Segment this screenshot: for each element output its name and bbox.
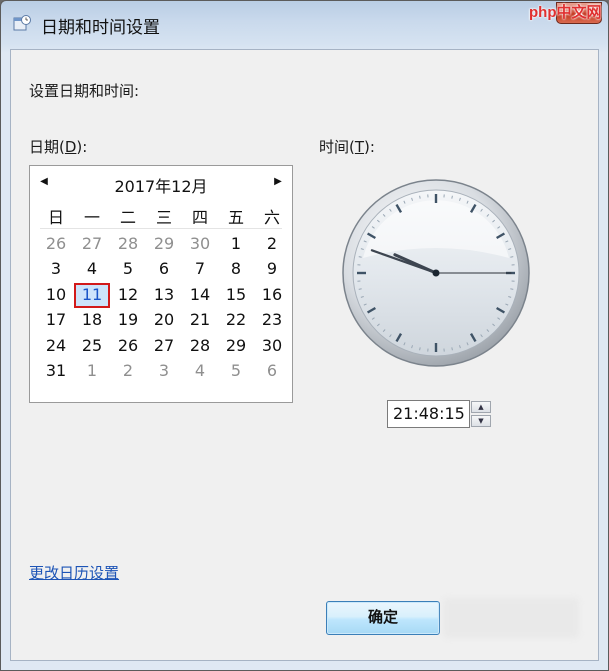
change-calendar-settings-link[interactable]: 更改日历设置: [29, 562, 119, 583]
weekday-label: 六: [263, 208, 280, 227]
minute-tick: [510, 288, 514, 290]
time-spinner[interactable]: ▲ ▼: [471, 401, 493, 429]
weekday-label: 一: [83, 208, 100, 227]
calendar-week-row: 24 25 26 27 28 29 30: [38, 334, 290, 360]
obscured-button-area: [443, 598, 579, 638]
minute-tick: [358, 288, 362, 290]
calendar-day[interactable]: 2: [254, 232, 290, 258]
calendar-day-selected[interactable]: 11: [74, 282, 110, 308]
calendar-day[interactable]: 2: [110, 359, 146, 385]
time-label: 时间(T):: [319, 138, 375, 156]
calendar-day[interactable]: 27: [74, 232, 110, 258]
spin-up-icon[interactable]: ▲: [471, 401, 491, 413]
calendar-week-row: 17 18 19 20 21 22 23: [38, 308, 290, 334]
calendar-day[interactable]: 19: [110, 308, 146, 334]
calendar-day[interactable]: 28: [182, 334, 218, 360]
calendar-day[interactable]: 15: [218, 283, 254, 309]
date-label: 日期(D):: [29, 138, 88, 156]
calendar-day[interactable]: 16: [254, 283, 290, 309]
next-month-arrow-icon[interactable]: ▶: [270, 176, 286, 192]
calendar-day[interactable]: 25: [74, 334, 110, 360]
calendar-day[interactable]: 1: [74, 359, 110, 385]
calendar-day[interactable]: 4: [74, 257, 110, 283]
weekday-header-row: 日一二三四五六: [38, 206, 290, 232]
calendar-day[interactable]: 26: [38, 232, 74, 258]
calendar-day[interactable]: 5: [110, 257, 146, 283]
calendar-day[interactable]: 29: [146, 232, 182, 258]
calendar-day[interactable]: 27: [146, 334, 182, 360]
weekday-label: 四: [191, 208, 208, 227]
calendar-day[interactable]: 6: [254, 359, 290, 385]
instruction-text: 设置日期和时间:: [29, 82, 140, 100]
minute-tick: [419, 347, 421, 351]
analog-clock: [342, 179, 530, 367]
calendar-day[interactable]: 4: [182, 359, 218, 385]
calendar-day[interactable]: 12: [110, 283, 146, 309]
minute-tick: [419, 195, 421, 199]
minute-tick: [451, 347, 453, 351]
minute-tick: [358, 256, 362, 258]
calendar-week-row: 3456789: [38, 257, 290, 283]
calendar-day[interactable]: 13: [146, 283, 182, 309]
window-title: 日期和时间设置: [41, 18, 160, 38]
calendar-day[interactable]: 20: [146, 308, 182, 334]
calendar-day[interactable]: 24: [38, 334, 74, 360]
calendar-clock-icon: [13, 15, 31, 31]
calendar-week-row: 31 1 2 3 4 5 6: [38, 359, 290, 385]
calendar-day[interactable]: 5: [218, 359, 254, 385]
previous-month-arrow-icon[interactable]: ◀: [36, 176, 52, 192]
ok-button[interactable]: 确定: [326, 601, 440, 635]
calendar-day[interactable]: 17: [38, 308, 74, 334]
calendar-day[interactable]: 8: [218, 257, 254, 283]
date-time-settings-window: 日期和时间设置 ✕ php中文网 设置日期和时间: 日期(D): 时间(T): …: [0, 0, 609, 671]
calendar-week-row: 26 27 28 29 30 1 2: [38, 232, 290, 258]
calendar-day[interactable]: 3: [146, 359, 182, 385]
watermark-logo: php中文网: [529, 4, 602, 21]
calendar-day-grid: 日一二三四五六 26 27 28 29 30 1 2 3 4 5 6 7 8 9 10 11 12 13 14 15 16…: [38, 206, 290, 385]
calendar-day[interactable]: 10: [38, 283, 74, 309]
title-bar[interactable]: 日期和时间设置 ✕ php中文网: [1, 1, 608, 49]
calendar-day[interactable]: 6: [146, 257, 182, 283]
weekday-label: 五: [227, 208, 244, 227]
spin-down-icon[interactable]: ▼: [471, 415, 491, 427]
calendar-day[interactable]: 31: [38, 359, 74, 385]
calendar-day[interactable]: 22: [218, 308, 254, 334]
weekday-label: 三: [155, 208, 172, 227]
calendar-day[interactable]: 3: [38, 257, 74, 283]
calendar-day[interactable]: 7: [182, 257, 218, 283]
minute-tick: [451, 195, 453, 199]
calendar-day[interactable]: 18: [74, 308, 110, 334]
calendar-day[interactable]: 21: [182, 308, 218, 334]
calendar-day[interactable]: 14: [182, 283, 218, 309]
calendar-week-row: 10 11 12 13 14 15 16: [38, 282, 290, 309]
calendar-month-title[interactable]: 2017年12月: [90, 173, 232, 197]
clock-center-pin: [432, 269, 440, 277]
dialog-client-area: 设置日期和时间: 日期(D): 时间(T): ◀ 2017年12月 ▶ 日一二三…: [10, 49, 599, 661]
calendar-day[interactable]: 29: [218, 334, 254, 360]
weekday-label: 日: [47, 208, 64, 227]
calendar-day[interactable]: 1: [218, 232, 254, 258]
calendar-day[interactable]: 23: [254, 308, 290, 334]
calendar-day[interactable]: 30: [182, 232, 218, 258]
minute-tick: [510, 256, 514, 258]
calendar-day[interactable]: 26: [110, 334, 146, 360]
weekday-label: 二: [119, 208, 136, 227]
calendar-day[interactable]: 9: [254, 257, 290, 283]
calendar-control[interactable]: ◀ 2017年12月 ▶ 日一二三四五六 26 27 28 29 30 1 2 3 4 5 6 7 8 9 1…: [29, 165, 293, 403]
calendar-day[interactable]: 28: [110, 232, 146, 258]
calendar-day[interactable]: 30: [254, 334, 290, 360]
time-input[interactable]: 21:48:15: [387, 400, 470, 428]
